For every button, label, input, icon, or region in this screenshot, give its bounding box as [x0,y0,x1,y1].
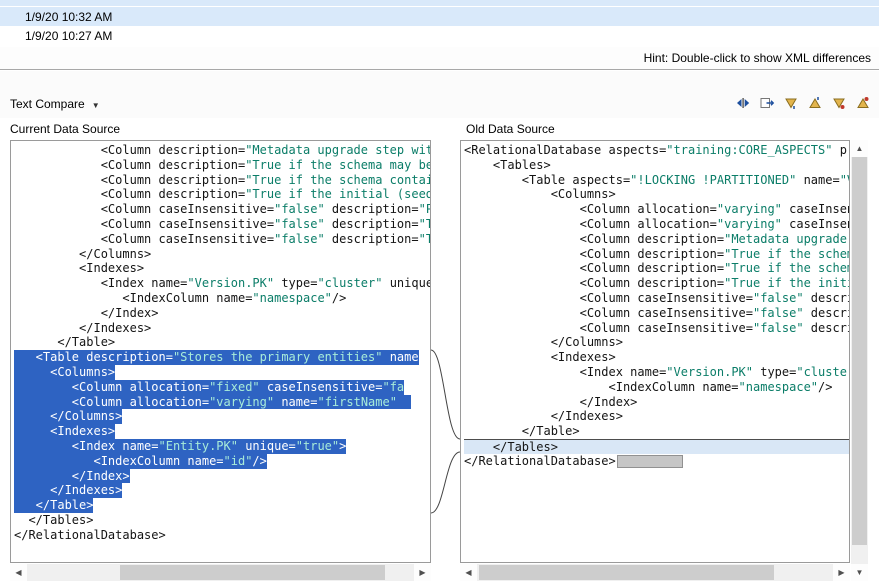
right-pane-title: Old Data Source [466,118,555,140]
code-line[interactable]: <Columns> [464,187,849,202]
code-line[interactable]: </Table> [464,424,849,439]
left-hscroll-track[interactable] [27,564,414,581]
code-line[interactable]: <Index name="Version.PK" type="cluster" … [14,276,430,291]
code-line[interactable]: <Index name="Version.PK" type="cluster" … [464,365,849,380]
code-line[interactable]: </Columns> [14,247,430,262]
code-line[interactable]: <IndexColumn name="namespace"/> [464,380,849,395]
right-code-area[interactable]: <RelationalDatabase aspects="training:CO… [461,141,849,469]
code-line[interactable]: <RelationalDatabase aspects="training:CO… [464,143,849,158]
vscroll-track[interactable] [851,157,868,564]
code-line[interactable]: <Column allocation="varying" caseInsensi… [464,217,849,232]
list-item[interactable]: 1/9/20 10:27 AM [0,26,879,45]
code-line[interactable]: </Table> [14,335,430,350]
next-change-icon[interactable] [830,95,847,111]
code-line[interactable]: <Column description="True if the schema … [14,173,430,188]
list-item[interactable]: 1/9/20 10:32 AM [0,7,879,26]
code-line[interactable]: <Column description="True if the initial… [14,187,430,202]
code-line[interactable]: <Column caseInsensitive="false" descript… [14,232,430,247]
right-hscroll-track[interactable] [477,564,833,581]
previous-change-icon[interactable] [854,95,871,111]
code-line[interactable]: <Indexes> [464,350,849,365]
left-hscroll-thumb[interactable] [120,565,385,580]
code-line[interactable]: <Column caseInsensitive="false" descript… [464,321,849,336]
code-line[interactable]: <Index name="Entity.PK" unique="true"> [14,439,430,454]
code-line[interactable]: </Index> [14,469,430,484]
code-line[interactable]: <Table description="Stores the primary e… [14,350,430,365]
code-line[interactable]: <Column description="Metadata upgrade st… [14,143,430,158]
code-line[interactable]: <IndexColumn name="id"/> [14,454,430,469]
code-line[interactable]: <Column caseInsensitive="false" descript… [464,306,849,321]
compare-body: <Column description="Metadata upgrade st… [0,140,879,584]
code-line[interactable]: </Columns> [14,409,430,424]
code-line[interactable]: <Column allocation="varying" name="first… [14,395,430,410]
chevron-down-icon: ▼ [92,101,100,110]
code-line[interactable]: </Index> [14,306,430,321]
swap-panes-icon[interactable] [734,95,751,111]
scroll-right-icon[interactable]: ▶ [414,564,431,581]
compare-toolbar: Text Compare ▼ [0,71,879,118]
right-hscroll-thumb[interactable] [479,565,774,580]
code-line[interactable]: <Column allocation="varying" caseInsensi… [464,202,849,217]
compare-pane-headers: Current Data Source Old Data Source [0,118,879,140]
code-line[interactable]: <Column description="True if the schema … [464,261,849,276]
code-line[interactable]: </Columns> [464,335,849,350]
vertical-scrollbar[interactable]: ▲ ▼ [851,140,868,581]
code-line[interactable]: <Column description="True if the schema … [464,247,849,262]
scroll-down-icon[interactable]: ▼ [851,564,868,581]
history-timestamp: 1/9/20 10:27 AM [25,29,112,43]
copy-all-icon[interactable] [758,95,775,111]
previous-difference-icon[interactable] [806,95,823,111]
code-line[interactable]: <Column description="Metadata upgrade st… [464,232,849,247]
code-line[interactable]: <Column description="True if the schema … [14,158,430,173]
code-line[interactable]: <Table aspects="!LOCKING !PARTITIONED" n… [464,173,849,188]
code-line[interactable]: </Indexes> [464,409,849,424]
hint-row: Hint: Double-click to show XML differenc… [0,47,879,70]
code-line[interactable]: <Column caseInsensitive="false" descript… [14,217,430,232]
history-timestamp: 1/9/20 10:32 AM [25,10,112,24]
code-line[interactable]: </Tables> [464,439,849,454]
code-line[interactable]: <Indexes> [14,261,430,276]
right-horizontal-scrollbar[interactable]: ◀ ▶ [460,564,850,581]
code-line[interactable]: </Index> [464,395,849,410]
code-line[interactable]: </Tables> [14,513,430,528]
left-code-area[interactable]: <Column description="Metadata upgrade st… [11,141,430,543]
code-line[interactable]: <Indexes> [14,424,430,439]
compare-mode-label: Text Compare [10,97,85,111]
code-line[interactable]: <Column description="True if the initial… [464,276,849,291]
history-list: 1/9/20 10:32 AM 1/9/20 10:27 AM [0,0,879,48]
code-line[interactable]: <Column caseInsensitive="false" descript… [14,202,430,217]
right-code-pane[interactable]: <RelationalDatabase aspects="training:CO… [460,140,850,563]
scroll-left-icon[interactable]: ◀ [460,564,477,581]
next-difference-icon[interactable] [782,95,799,111]
code-line[interactable]: </RelationalDatabase> [14,528,430,543]
code-line[interactable]: <Columns> [14,365,430,380]
code-line[interactable]: <Column allocation="fixed" caseInsensiti… [14,380,430,395]
code-line[interactable]: </Table> [14,498,430,513]
list-item-partial[interactable] [0,0,879,7]
hint-text: Hint: Double-click to show XML differenc… [644,51,871,65]
compare-mode-dropdown[interactable]: Text Compare ▼ [10,97,100,111]
code-line[interactable]: </RelationalDatabase> [464,454,849,469]
empty-diff-marker [617,455,683,468]
diff-connector [431,140,460,581]
vscroll-thumb[interactable] [852,157,867,545]
scroll-right-icon[interactable]: ▶ [833,564,850,581]
code-line[interactable]: <Column caseInsensitive="false" descript… [464,291,849,306]
scroll-up-icon[interactable]: ▲ [851,140,868,157]
code-line[interactable]: </Indexes> [14,321,430,336]
left-code-pane[interactable]: <Column description="Metadata upgrade st… [10,140,431,563]
code-line[interactable]: <Tables> [464,158,849,173]
left-pane-title: Current Data Source [10,118,120,140]
left-horizontal-scrollbar[interactable]: ◀ ▶ [10,564,431,581]
code-line[interactable]: <IndexColumn name="namespace"/> [14,291,430,306]
code-line[interactable]: </Indexes> [14,483,430,498]
scroll-left-icon[interactable]: ◀ [10,564,27,581]
toolbar-icons [734,95,873,111]
